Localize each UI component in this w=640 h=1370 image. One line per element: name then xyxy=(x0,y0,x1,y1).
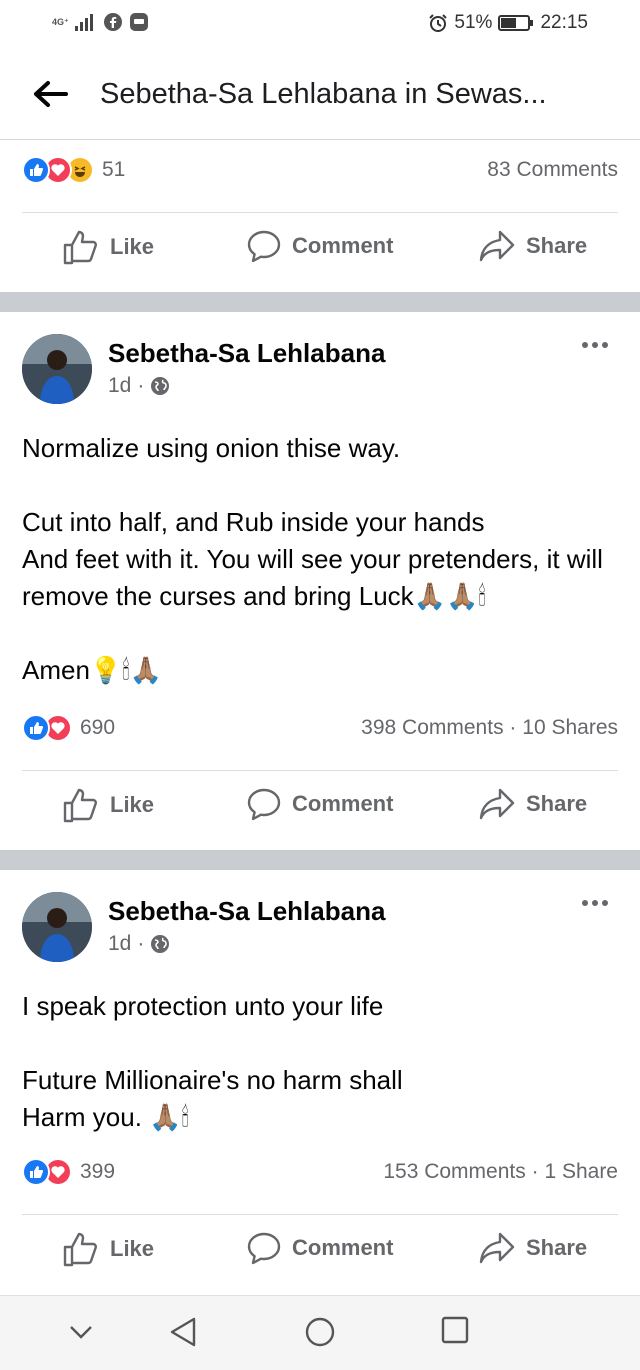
post-stats: 399 153 Comments · 1 Share xyxy=(22,1158,618,1198)
post-paragraph: I speak protection unto your life xyxy=(22,991,384,1021)
share-label: Share xyxy=(526,1235,588,1260)
avatar[interactable] xyxy=(22,892,92,962)
post-author[interactable]: Sebetha-Sa Lehlabana xyxy=(108,338,385,369)
like-label: Like xyxy=(110,234,155,259)
facebook-notification-icon xyxy=(103,13,122,31)
post-meta: 1d · xyxy=(108,374,170,398)
share-label: Share xyxy=(526,791,588,816)
comment-button[interactable]: Comment xyxy=(246,228,393,264)
reaction-summary[interactable]: 690 xyxy=(22,714,115,742)
status-bar: 4G⁺ 51% 22:15 xyxy=(0,0,640,48)
back-triangle-icon[interactable] xyxy=(168,1316,198,1348)
network-type: 4G⁺ xyxy=(52,16,69,27)
post-paragraph: Future Millionaire's no harm shall Harm … xyxy=(22,1065,403,1132)
avatar[interactable] xyxy=(22,334,92,404)
stats-separator: · xyxy=(509,716,517,739)
stats-separator: · xyxy=(531,1160,539,1183)
divider xyxy=(22,212,618,213)
feed-separator xyxy=(0,292,640,312)
action-row: Like Comment Share xyxy=(0,228,640,278)
like-reaction-icon xyxy=(22,1158,50,1186)
post-header: Sebetha-Sa Lehlabana 1d · xyxy=(22,334,618,414)
divider xyxy=(22,770,618,771)
post-paragraph: Amen💡🕯🙏🏽 xyxy=(22,655,163,685)
post-author[interactable]: Sebetha-Sa Lehlabana xyxy=(108,896,385,927)
top-bar: Sebetha-Sa Lehlabana in Sewas... xyxy=(0,48,640,140)
like-button[interactable]: Like xyxy=(62,228,154,266)
reaction-summary[interactable]: 399 xyxy=(22,1158,115,1186)
clock: 22:15 xyxy=(540,12,588,33)
action-row: Like Comment Share xyxy=(0,786,640,836)
comment-count-link[interactable]: 153 Comments xyxy=(383,1160,525,1183)
alarm-icon xyxy=(429,14,448,32)
share-arrow-icon xyxy=(479,230,515,262)
comment-count-link[interactable]: 398 Comments xyxy=(361,716,503,739)
share-count-link[interactable]: 1 Share xyxy=(544,1160,618,1183)
post-text: I speak protection unto your life Future… xyxy=(22,988,618,1136)
comments-shares: 398 Comments · 10 Shares xyxy=(361,716,618,740)
like-reaction-icon xyxy=(22,714,50,742)
post-paragraph: Cut into half, and Rub inside your hands… xyxy=(22,507,603,611)
thumbs-up-icon xyxy=(63,788,97,823)
post-paragraph: Normalize using onion thise way. xyxy=(22,433,401,463)
comment-button[interactable]: Comment xyxy=(246,1230,393,1266)
feed-separator xyxy=(0,850,640,870)
huawei-notification-icon xyxy=(129,13,148,31)
signal-icon xyxy=(74,14,93,31)
more-options-icon[interactable] xyxy=(582,342,608,348)
share-button[interactable]: Share xyxy=(478,228,587,264)
reaction-count: 690 xyxy=(80,716,116,739)
post-stats: 690 398 Comments · 10 Shares xyxy=(22,714,618,754)
post-time[interactable]: 1d xyxy=(108,932,131,956)
comment-bubble-icon xyxy=(247,788,281,821)
share-label: Share xyxy=(526,233,588,258)
post-time[interactable]: 1d xyxy=(108,374,131,398)
battery-percent: 51% xyxy=(454,12,493,33)
comment-bubble-icon xyxy=(247,1232,281,1265)
like-label: Like xyxy=(110,792,155,817)
comment-count-link[interactable]: 83 Comments xyxy=(487,158,618,182)
recents-square-icon[interactable] xyxy=(441,1316,469,1344)
globe-icon xyxy=(151,377,170,395)
share-button[interactable]: Share xyxy=(478,1230,587,1266)
battery-icon xyxy=(498,15,534,31)
action-row: Like Comment Share xyxy=(0,1230,640,1280)
status-right: 51% 22:15 xyxy=(428,12,588,34)
like-button[interactable]: Like xyxy=(62,1230,154,1268)
back-arrow-icon[interactable] xyxy=(32,78,68,110)
comment-label: Comment xyxy=(292,791,394,816)
reaction-count: 399 xyxy=(80,1160,116,1183)
meta-separator: · xyxy=(137,374,145,397)
like-button[interactable]: Like xyxy=(62,786,154,824)
thumbs-up-icon xyxy=(63,1232,97,1267)
thumbs-up-icon xyxy=(63,230,97,265)
page-title: Sebetha-Sa Lehlabana in Sewas... xyxy=(100,78,547,110)
comment-bubble-icon xyxy=(247,230,281,263)
divider xyxy=(22,1214,618,1215)
comment-label: Comment xyxy=(292,1235,394,1260)
meta-separator: · xyxy=(137,932,145,955)
chevron-down-icon[interactable] xyxy=(68,1322,94,1342)
home-circle-icon[interactable] xyxy=(304,1316,336,1348)
post-meta: 1d · xyxy=(108,932,170,956)
comments-shares: 153 Comments · 1 Share xyxy=(383,1160,618,1184)
status-left: 4G⁺ xyxy=(52,12,149,32)
reaction-summary[interactable]: 51 xyxy=(22,156,125,184)
reaction-count: 51 xyxy=(102,158,126,181)
system-nav-bar xyxy=(0,1295,640,1370)
like-label: Like xyxy=(110,1236,155,1261)
share-count-link[interactable]: 10 Shares xyxy=(522,716,618,739)
comment-button[interactable]: Comment xyxy=(246,786,393,822)
share-arrow-icon xyxy=(479,1232,515,1264)
more-options-icon[interactable] xyxy=(582,900,608,906)
share-arrow-icon xyxy=(479,788,515,820)
comment-label: Comment xyxy=(292,233,394,258)
post-text: Normalize using onion thise way. Cut int… xyxy=(22,430,618,689)
like-reaction-icon xyxy=(22,156,50,184)
share-button[interactable]: Share xyxy=(478,786,587,822)
post-header: Sebetha-Sa Lehlabana 1d · xyxy=(22,892,618,972)
top-post-stats: 51 83 Comments xyxy=(22,156,618,196)
globe-icon xyxy=(151,935,170,953)
